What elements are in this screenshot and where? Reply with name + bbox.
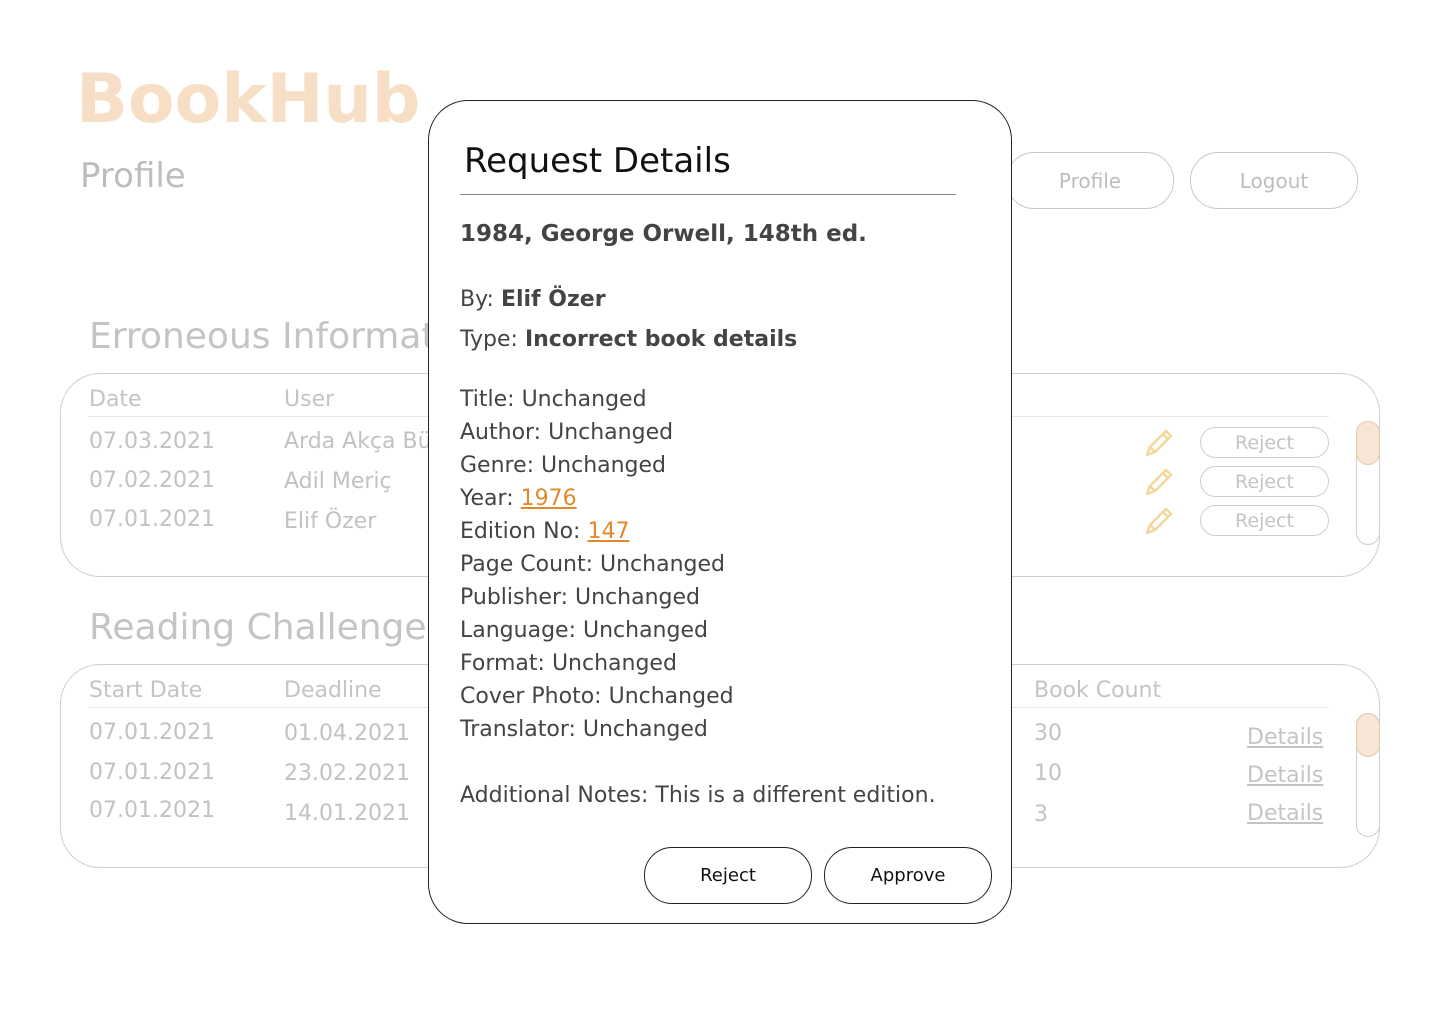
field-value: Unchanged <box>521 387 647 412</box>
reject-button[interactable]: Reject <box>1200 505 1329 536</box>
challenges-section-title: Reading Challenges <box>89 607 446 648</box>
field-value: Unchanged <box>541 453 667 478</box>
column-header-start-date: Start Date <box>89 678 203 703</box>
details-link[interactable]: Details <box>1247 763 1323 788</box>
column-header-user: User <box>284 387 335 412</box>
request-details-modal: Request Details 1984, George Orwell, 148… <box>428 100 1012 924</box>
profile-button[interactable]: Profile <box>1006 152 1174 209</box>
field-label: Translator: <box>460 717 576 742</box>
table-cell-start-date: 07.01.2021 <box>89 798 215 823</box>
additional-notes: Additional Notes: This is a different ed… <box>460 783 936 808</box>
field-label: Title: <box>460 387 515 412</box>
table-cell-start-date: 07.01.2021 <box>89 760 215 785</box>
reject-button[interactable]: Reject <box>1200 466 1329 497</box>
erroneous-section-title: Erroneous Informatio <box>89 316 468 357</box>
field-label: Year: <box>460 486 514 511</box>
field-value: Unchanged <box>551 651 677 676</box>
approve-button[interactable]: Approve <box>824 847 992 904</box>
field-label: Edition No: <box>460 519 581 544</box>
pencil-icon[interactable] <box>1142 465 1176 499</box>
scrollbar[interactable] <box>1355 420 1380 545</box>
table-cell-book-count: 10 <box>1034 761 1062 786</box>
field-author: Author: Unchanged <box>460 420 673 445</box>
table-cell-date: 07.02.2021 <box>89 468 215 493</box>
field-publisher: Publisher: Unchanged <box>460 585 700 610</box>
field-label: Cover Photo: <box>460 684 602 709</box>
table-cell-book-count: 30 <box>1034 721 1062 746</box>
field-genre: Genre: Unchanged <box>460 453 666 478</box>
column-header-deadline: Deadline <box>284 678 382 703</box>
table-cell-date: 07.01.2021 <box>89 507 215 532</box>
field-value: Unchanged <box>608 684 734 709</box>
field-value: Unchanged <box>600 552 725 577</box>
request-by: By: Elif Özer <box>460 287 606 312</box>
field-value: Unchanged <box>582 618 708 643</box>
column-header-date: Date <box>89 387 142 412</box>
field-value: Unchanged <box>582 717 708 742</box>
changed-value-link[interactable]: 1976 <box>521 486 577 511</box>
book-summary: 1984, George Orwell, 148th ed. <box>460 221 867 247</box>
field-cover-photo: Cover Photo: Unchanged <box>460 684 734 709</box>
modal-title-divider <box>460 194 956 195</box>
request-type: Type: Incorrect book details <box>460 327 797 352</box>
table-cell-user: Adil Meriç <box>284 469 392 494</box>
brand-logo: BookHub <box>76 60 421 139</box>
column-header-book-count: Book Count <box>1034 678 1162 703</box>
table-cell-start-date: 07.01.2021 <box>89 720 215 745</box>
scrollbar[interactable] <box>1355 712 1380 837</box>
field-value: Unchanged <box>575 585 701 610</box>
field-year: Year: 1976 <box>460 486 577 511</box>
table-cell-deadline: 01.04.2021 <box>284 721 410 746</box>
table-cell-date: 07.03.2021 <box>89 429 215 454</box>
field-language: Language: Unchanged <box>460 618 708 643</box>
field-edition-no: Edition No: 147 <box>460 519 629 544</box>
pencil-icon[interactable] <box>1142 426 1176 460</box>
field-title: Title: Unchanged <box>460 387 647 412</box>
request-type-label: Type: <box>460 327 518 352</box>
modal-title: Request Details <box>464 141 731 181</box>
table-cell-book-count: 3 <box>1034 802 1048 827</box>
notes-value: This is a different edition. <box>655 783 936 808</box>
table-cell-deadline: 14.01.2021 <box>284 801 410 826</box>
notes-label: Additional Notes: <box>460 783 649 808</box>
field-page-count: Page Count: Unchanged <box>460 552 725 577</box>
field-label: Format: <box>460 651 545 676</box>
logout-button[interactable]: Logout <box>1190 152 1358 209</box>
pencil-icon[interactable] <box>1142 504 1176 538</box>
reject-button[interactable]: Reject <box>644 847 812 904</box>
field-label: Page Count: <box>460 552 593 577</box>
page-title: Profile <box>80 156 186 196</box>
table-cell-user: Arda Akça Bü <box>284 429 432 454</box>
changed-value-link[interactable]: 147 <box>587 519 629 544</box>
request-type-value: Incorrect book details <box>524 327 798 352</box>
table-cell-deadline: 23.02.2021 <box>284 761 410 786</box>
request-by-value: Elif Özer <box>500 287 606 312</box>
field-label: Author: <box>460 420 542 445</box>
field-translator: Translator: Unchanged <box>460 717 708 742</box>
field-format: Format: Unchanged <box>460 651 677 676</box>
table-cell-user: Elif Özer <box>284 509 377 534</box>
details-link[interactable]: Details <box>1247 725 1323 750</box>
reject-button[interactable]: Reject <box>1200 427 1329 458</box>
field-label: Publisher: <box>460 585 569 610</box>
scrollbar-thumb[interactable] <box>1355 712 1380 757</box>
field-value: Unchanged <box>548 420 674 445</box>
field-label: Language: <box>460 618 576 643</box>
request-by-label: By: <box>460 287 494 312</box>
field-label: Genre: <box>460 453 535 478</box>
details-link[interactable]: Details <box>1247 801 1323 826</box>
scrollbar-thumb[interactable] <box>1355 420 1380 465</box>
